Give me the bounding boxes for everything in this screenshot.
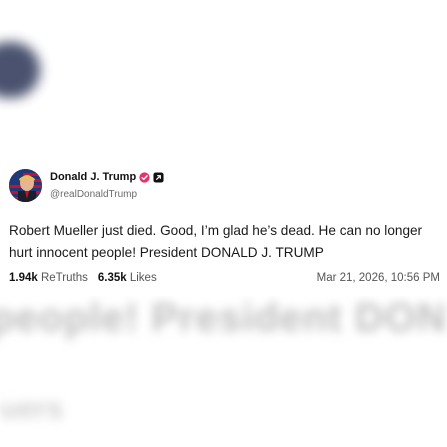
author-row: Donald J. Trump: [50, 171, 164, 183]
likes-label: Likes: [129, 272, 157, 284]
display-name[interactable]: Donald J. Trump: [50, 171, 136, 183]
blurred-background-text: people! President DON: [0, 296, 447, 340]
post-timestamp[interactable]: Mar 21, 2026, 10:56 PM: [317, 272, 440, 284]
avatar[interactable]: [9, 169, 42, 202]
verified-check-icon: [139, 171, 150, 183]
post-stats: 1.94k ReTruths 6.35k Likes: [9, 272, 157, 284]
likes-stat[interactable]: 6.35k Likes: [98, 272, 157, 284]
post-card: Donald J. Trump @realDonaldTrump Robert …: [0, 158, 447, 296]
handle[interactable]: @realDonaldTrump: [50, 189, 137, 200]
post-text: Robert Mueller just died. Good, I’m glad…: [9, 223, 423, 260]
blurred-background-text-2: uers: [0, 392, 64, 425]
blurred-avatar-background: [0, 42, 40, 98]
retruths-count: 1.94k: [9, 272, 38, 284]
retruths-label: ReTruths: [40, 272, 88, 284]
likes-count: 6.35k: [97, 272, 127, 284]
arrow-badge-icon: [153, 171, 164, 183]
retruths-stat[interactable]: 1.94k ReTruths: [9, 272, 88, 284]
